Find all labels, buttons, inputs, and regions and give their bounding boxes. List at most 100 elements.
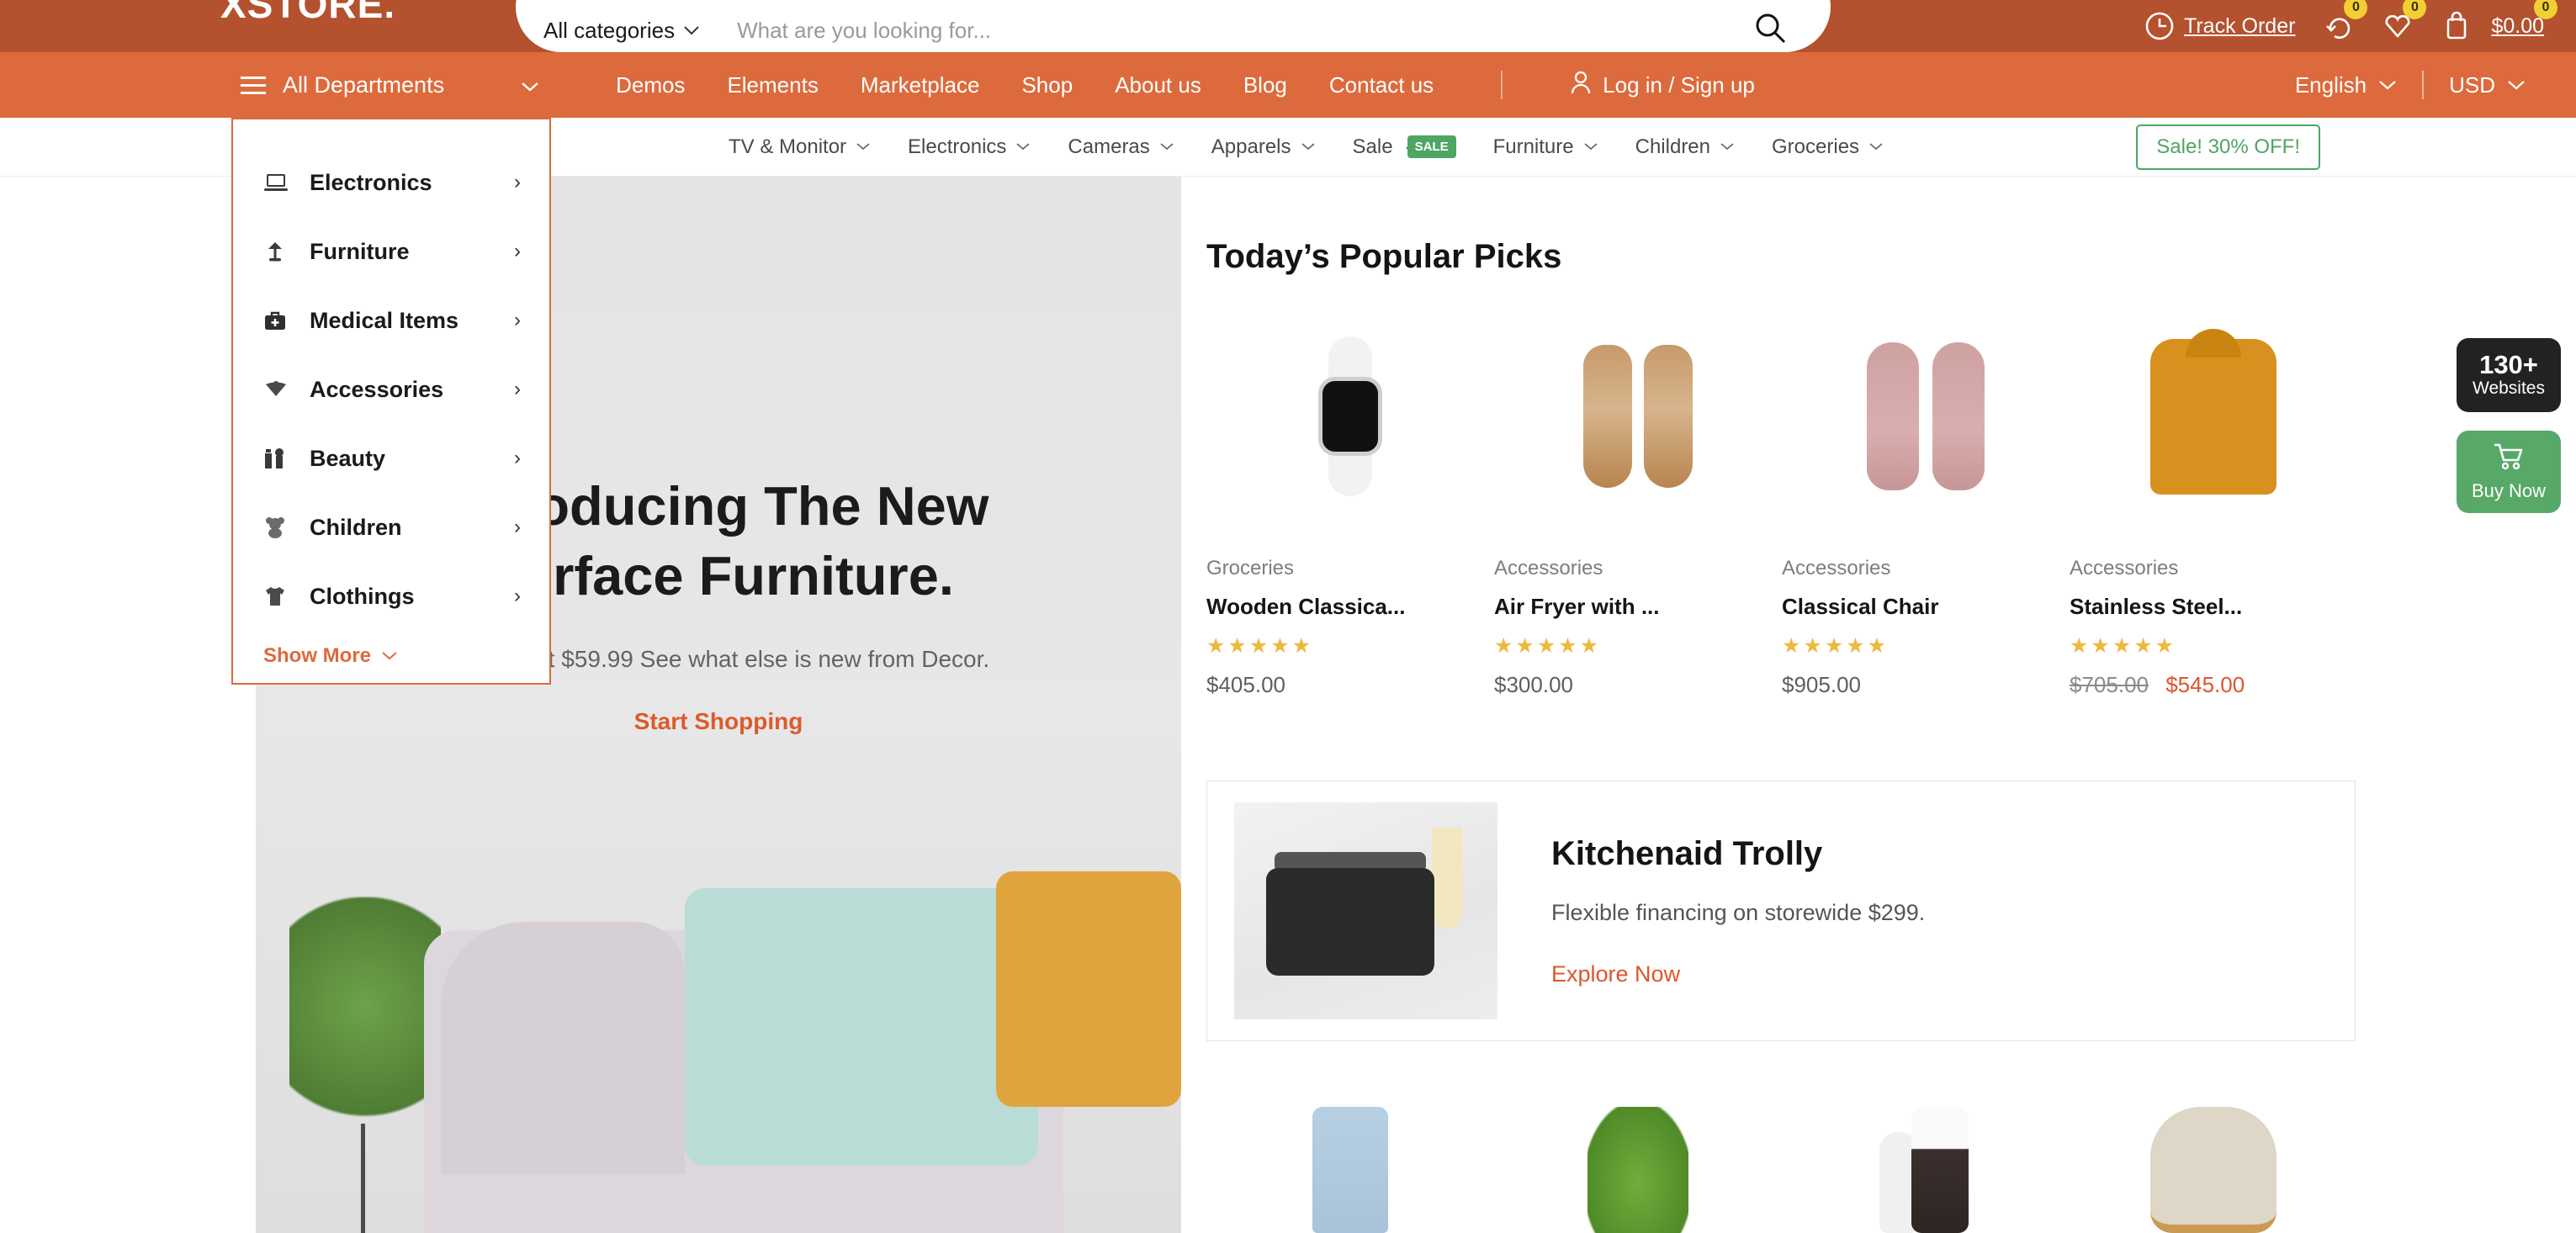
product-card[interactable]: Groceries Wooden Classica... ★★★★★ $405.… [1206,311,1494,698]
chevron-right-icon: › [514,585,521,607]
dept-label: Clothings [310,583,415,609]
category-label: Furniture [1492,135,1574,158]
nav-link-shop[interactable]: Shop [1021,72,1073,98]
product-name: Wooden Classica... [1206,594,1406,619]
search-bar: All categories [516,0,1831,52]
track-order-link[interactable]: Track Order [2144,11,2295,41]
search-icon [1756,13,1786,43]
category-label: Apparels [1211,135,1291,158]
promo-body: Kitchenaid Trolly Flexible financing on … [1551,835,1925,987]
nav-link-demos[interactable]: Demos [616,72,685,98]
popular-picks-title: Today’s Popular Picks [1206,238,1562,275]
dept-item-electronics[interactable]: Electronics › [233,148,549,217]
top-utility-bar: XSTORE. All categories What are you look… [0,0,2576,52]
nav-link-about-us[interactable]: About us [1115,72,1201,98]
promo-subtitle: Flexible financing on storewide $299. [1551,899,1926,925]
nav-links: Demos Elements Marketplace Shop About us… [616,70,1755,101]
tshirt-icon [263,585,297,607]
wishlist-count-badge: 0 [2403,0,2427,19]
start-shopping-link[interactable]: Start Shopping [634,708,803,735]
nav-link-elements[interactable]: Elements [727,72,818,98]
all-departments-toggle[interactable]: All Departments [241,72,540,98]
product-card[interactable]: Accessories Classical Chair ★★★★★ $905.0… [1782,311,2070,698]
product-card[interactable] [1782,1085,2070,1233]
dept-item-medical-items[interactable]: Medical Items › [233,286,549,355]
dept-item-furniture[interactable]: Furniture › [233,217,549,286]
search-category-selector[interactable]: All categories [543,18,700,44]
sandals-illustration [1867,342,1985,490]
search-submit-button[interactable] [1752,10,1789,47]
hamburger-icon [241,76,266,94]
wine-glass-decor [1432,828,1462,929]
chevron-right-icon: › [514,240,521,262]
nav-link-marketplace[interactable]: Marketplace [861,72,980,98]
category-link-cameras[interactable]: Cameras [1068,135,1174,159]
clock-icon [2144,11,2175,41]
websites-label: Websites [2473,378,2545,399]
floating-widgets: 130+ Websites Buy Now [2457,338,2561,513]
product-sale-price: $545.00 [2165,672,2245,697]
chevron-down-icon [1869,143,1883,151]
currency-selector[interactable]: USD [2449,72,2526,98]
topbar-actions: Track Order 0 0 0 $0.00 [2116,0,2576,52]
dept-item-accessories[interactable]: Accessories › [233,355,549,424]
track-order-label: Track Order [2184,13,2296,38]
chevron-down-icon [856,143,870,151]
dept-item-clothings[interactable]: Clothings › [233,562,549,631]
product-card[interactable] [1494,1085,1782,1233]
chevron-right-icon: › [514,447,521,469]
pillow-secondary-decor [996,871,1181,1107]
chevron-down-icon [520,72,540,98]
shopping-cart-icon [2492,442,2526,475]
cart-button[interactable]: 0 $0.00 [2441,0,2557,41]
category-link-apparels[interactable]: Apparels [1211,135,1316,159]
hoodie-illustration [2150,328,2277,495]
product-image [1494,311,1782,521]
nav-divider [1501,71,1503,99]
compare-button[interactable]: 0 [2324,0,2368,41]
product-price: $405.00 [1206,672,1285,697]
category-link-furniture[interactable]: Furniture [1493,135,1598,159]
category-link-children[interactable]: Children [1635,135,1735,159]
product-card[interactable] [2070,1085,2357,1233]
product-rating: ★★★★★ [1206,634,1314,658]
show-more-departments-button[interactable]: Show More [233,631,549,668]
buy-now-widget[interactable]: Buy Now [2457,431,2561,513]
site-logo[interactable]: XSTORE. [220,0,395,27]
category-link-tv-monitor[interactable]: TV & Monitor [729,135,871,159]
explore-now-link[interactable]: Explore Now [1551,961,1680,987]
dept-label: Beauty [310,445,386,471]
grill-decor [1266,868,1434,976]
dept-label: Furniture [310,238,410,264]
currency-label: USD [2449,71,2495,98]
product-image [2070,311,2357,521]
dept-label: Electronics [310,169,432,195]
chevron-right-icon: › [514,516,521,538]
dept-item-beauty[interactable]: Beauty › [233,424,549,493]
product-card[interactable] [1206,1085,1494,1233]
main-navigation-bar: All Departments Demos Elements Marketpla… [0,52,2576,118]
sale-promo-button[interactable]: Sale! 30% OFF! [2136,124,2320,170]
hero-illustration [256,871,1181,1233]
login-signup-link[interactable]: Log in / Sign up [1570,70,1755,101]
search-category-label: All categories [543,18,676,43]
language-selector[interactable]: English [2295,72,2397,98]
category-label: Electronics [908,135,1007,158]
show-more-label: Show More [263,644,372,667]
smartwatch-illustration [1310,336,1391,496]
promo-banner[interactable]: Kitchenaid Trolly Flexible financing on … [1206,781,2356,1041]
category-link-electronics[interactable]: Electronics [908,135,1031,159]
category-link-groceries[interactable]: Groceries [1772,135,1884,159]
product-card[interactable]: Accessories Air Fryer with ... ★★★★★ $30… [1494,311,1782,698]
dept-label: Accessories [310,376,444,402]
dept-item-children[interactable]: Children › [233,493,549,562]
departments-dropdown: Electronics › Furniture › Medical Items … [231,118,551,685]
chevron-right-icon: › [514,309,521,331]
nav-link-blog[interactable]: Blog [1243,72,1287,98]
nav-link-contact-us[interactable]: Contact us [1329,72,1434,98]
wishlist-button[interactable]: 0 [2383,0,2427,41]
category-link-sale[interactable]: Sale SALE [1353,135,1456,159]
websites-count-widget[interactable]: 130+ Websites [2457,338,2561,412]
product-card[interactable]: Accessories Stainless Steel... ★★★★★ $70… [2070,311,2357,698]
search-input[interactable] [737,18,1495,44]
